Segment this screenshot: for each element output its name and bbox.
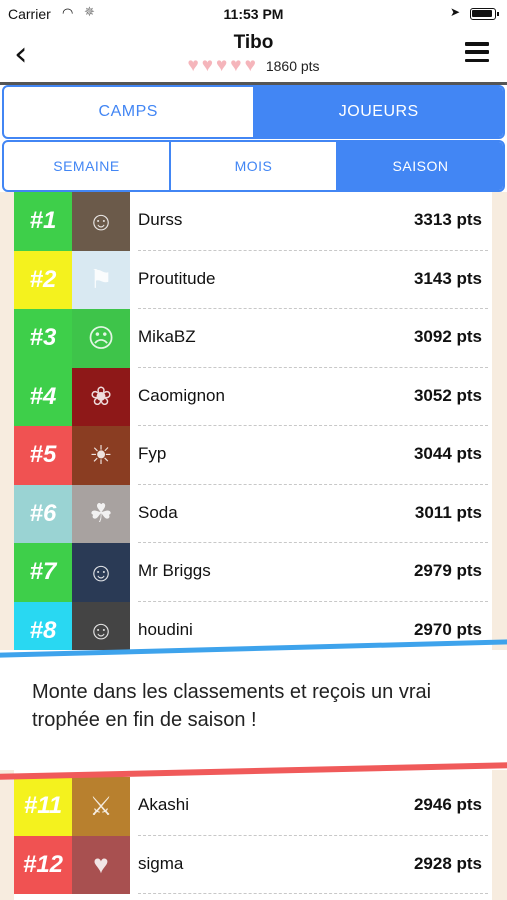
tab-saison[interactable]: SAISON [336,142,503,190]
category-tabs: CAMPS JOUEURS [2,85,505,139]
person-icon: ☺ [87,205,115,236]
hearts-meter: ♥ ♥ ♥ ♥ ♥ [187,56,255,76]
ranking-row[interactable]: #1 ☺ Durss 3313 pts [14,192,492,251]
tab-camps[interactable]: CAMPS [4,87,253,137]
ranking-row[interactable]: #2 ⚑ Proutitude 3143 pts [14,250,492,309]
promo-banner: Monte dans les classements et reçois un … [0,632,507,782]
avatar: ☘ [72,484,130,543]
rank-badge: #11 [14,777,72,836]
tab-semaine[interactable]: SEMAINE [4,142,169,190]
player-score: 3143 pts [413,268,482,288]
row-divider [138,893,488,894]
player-score: 2928 pts [413,853,482,873]
player-name: Soda [138,502,178,522]
avatar: ❀ [72,367,130,426]
rank-badge: #4 [14,367,72,426]
rank-badge: #2 [14,250,72,309]
player-score: 2946 pts [413,795,482,814]
ranking-row[interactable]: #6 ☘ Soda 3011 pts [14,484,492,543]
avatar: ☀ [72,426,130,485]
ranking-list[interactable]: #1 ☺ Durss 3313 pts #2 ⚑ Proutitude 3143 pts #3 ☹… [0,192,507,900]
sunset-icon: ☀ [89,439,113,470]
tab-mois[interactable]: MOIS [169,142,336,190]
player-name: Akashi [138,795,190,814]
rank-badge: #5 [14,426,72,485]
player-name: Fyp [138,444,167,463]
heart-icon: ♥ [230,55,242,76]
rank-badge: #7 [14,543,72,602]
player-name: Durss [138,210,183,229]
clock: 11:53 PM [223,6,284,22]
tab-joueurs[interactable]: JOUEURS [252,87,503,137]
ranking-row[interactable]: #7 ☺ Mr Briggs 2979 pts [14,543,492,602]
heart-icon: ♥ [244,55,256,76]
player-score: 3044 pts [413,444,482,463]
player-score: 2979 pts [413,561,482,580]
cat-icon: ☘ [89,498,113,529]
player-name: MikaBZ [138,327,196,346]
face-icon: ☹ [87,322,115,353]
ranking-row[interactable]: #5 ☀ Fyp 3044 pts [14,426,492,485]
navigation-bar: ‹ Tibo ♥ ♥ ♥ ♥ ♥ 1860 pts [0,28,507,82]
avatar: ☺ [72,192,130,251]
player-score: 3052 pts [413,385,482,405]
promo-message: Monte dans les classements et reçois un … [32,681,432,731]
avatar: ♥ [72,835,130,894]
rank-badge: #6 [14,484,72,543]
heart-icon: ♥ [201,55,213,76]
menu-icon[interactable] [465,42,489,62]
period-tabs: SEMAINE MOIS SAISON [2,140,505,192]
player-name: sigma [138,853,184,873]
player-name: Mr Briggs [138,561,211,580]
heart-icon: ♥ [187,55,199,76]
rank-badge: #1 [14,192,72,251]
ranking-row[interactable]: #3 ☹ MikaBZ 3092 pts [14,309,492,368]
heart-icon: ♥ [216,55,228,76]
player-score: 3313 pts [413,210,482,229]
ranking-row[interactable]: #11 ⚔ Akashi 2946 pts [14,777,492,836]
player-summary: ♥ ♥ ♥ ♥ ♥ 1860 pts [0,56,507,76]
avatar: ☺ [72,543,130,602]
status-bar: Carrier ◠ ✵ 11:53 PM ➤ [0,0,507,28]
ranking-row[interactable]: #4 ❀ Caomignon 3052 pts [14,367,492,426]
avatar: ⚔ [72,777,130,836]
flower-icon: ❀ [90,381,112,412]
rank-badge: #12 [14,835,72,894]
rank-badge: #3 [14,309,72,368]
figure-icon: ⚑ [89,264,113,295]
ranking-row[interactable]: #12 ♥ sigma 2928 pts [14,835,492,894]
location-arrow-icon: ➤ [450,5,461,19]
avatar: ☹ [72,309,130,368]
player-name: Caomignon [138,385,225,405]
person-icon: ☺ [87,556,115,587]
avatar: ⚑ [72,250,130,309]
battery-icon [470,8,499,20]
player-name: Proutitude [138,268,216,288]
player-score: 3092 pts [413,327,482,346]
player-score: 3011 pts [414,502,482,522]
page-title: Tibo [233,32,274,53]
player-points: 1860 pts [265,58,320,74]
lady-icon: ♥ [93,849,109,880]
fighter-icon: ⚔ [89,790,113,821]
